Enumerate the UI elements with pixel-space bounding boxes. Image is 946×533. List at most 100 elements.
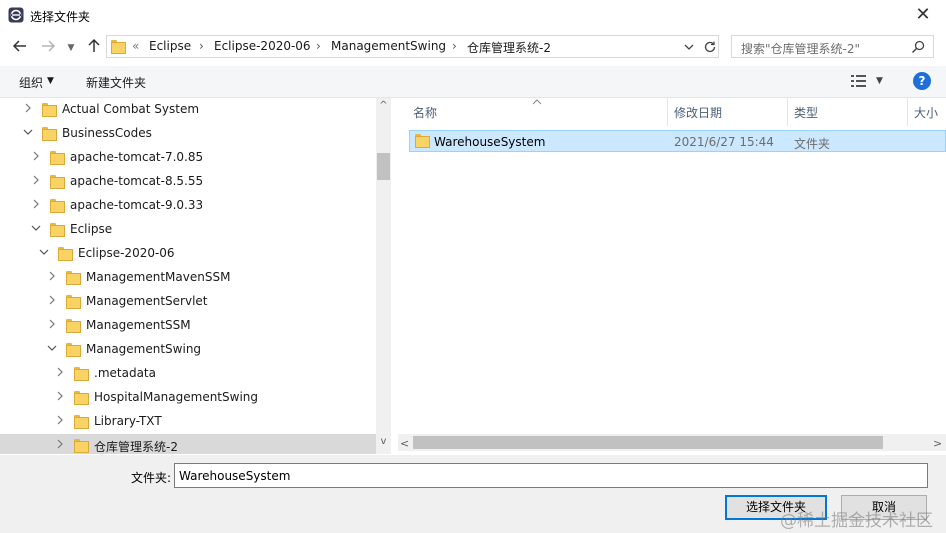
refresh-icon[interactable]	[703, 40, 717, 57]
up-arrow-icon[interactable]	[84, 38, 104, 58]
folder-icon	[66, 271, 81, 285]
folder-field-label: 文件夹:	[131, 471, 172, 485]
tree-scrollbar[interactable]	[376, 98, 391, 454]
tree-item-label: Eclipse	[70, 222, 113, 236]
address-dropdown-icon[interactable]	[683, 41, 695, 56]
tree-item[interactable]: Actual Combat System	[0, 98, 376, 122]
tree-item[interactable]: ManagementMavenSSM	[0, 266, 376, 290]
tree-item-label: Actual Combat System	[62, 102, 200, 116]
tree-item-label: apache-tomcat-7.0.85	[70, 150, 204, 164]
view-options-icon[interactable]	[851, 74, 867, 91]
chevron-right-icon[interactable]	[30, 174, 42, 188]
chevron-right-icon[interactable]	[54, 414, 66, 428]
folder-icon	[74, 391, 89, 405]
new-folder-button[interactable]: 新建文件夹	[86, 74, 146, 91]
column-type[interactable]: 类型	[794, 104, 818, 121]
view-dropdown-icon[interactable]: ▼	[876, 76, 883, 86]
file-name[interactable]: WarehouseSystem	[434, 135, 545, 149]
file-type: 文件夹	[794, 137, 831, 151]
chevron-right-icon[interactable]	[30, 198, 42, 212]
tree-item-label: apache-tomcat-9.0.33	[70, 198, 204, 212]
scroll-right-icon[interactable]: >	[933, 437, 942, 450]
scroll-down-icon[interactable]: v	[376, 436, 391, 447]
chevron-right-icon[interactable]	[54, 438, 66, 452]
search-placeholder: 搜索"仓库管理系统-2"	[741, 42, 861, 56]
chevron-right-icon[interactable]	[46, 270, 58, 284]
column-name[interactable]: 名称	[413, 104, 437, 121]
tree-item[interactable]: HospitalManagementSwing	[0, 386, 376, 410]
chevron-down-icon[interactable]	[38, 246, 50, 260]
chevron-right-icon[interactable]: ›	[199, 39, 204, 53]
tree-item[interactable]: apache-tomcat-9.0.33	[0, 194, 376, 218]
tree-item-label: .metadata	[94, 366, 156, 380]
chevron-right-icon[interactable]	[46, 318, 58, 332]
folder-icon	[74, 439, 89, 453]
chevron-right-icon[interactable]	[46, 294, 58, 308]
tree-item-label: Library-TXT	[94, 414, 162, 428]
close-icon[interactable]: ✕	[908, 2, 938, 28]
watermark: @稀土掘金技术社区	[780, 511, 933, 531]
chevron-right-icon[interactable]	[54, 390, 66, 404]
folder-name-input[interactable]	[174, 463, 928, 488]
breadcrumb-item[interactable]: Eclipse	[149, 39, 191, 53]
folder-icon	[66, 343, 81, 357]
chevron-down-icon[interactable]	[22, 126, 34, 140]
tree-item[interactable]: apache-tomcat-8.5.55	[0, 170, 376, 194]
folder-icon	[42, 103, 57, 117]
chevron-right-icon[interactable]	[54, 366, 66, 380]
tree-item[interactable]: ManagementServlet	[0, 290, 376, 314]
tree-item[interactable]: BusinessCodes	[0, 122, 376, 146]
organize-dropdown-icon[interactable]: ▼	[47, 76, 54, 86]
navigation-tree[interactable]: Actual Combat System BusinessCodes apache-…	[0, 98, 391, 454]
folder-icon	[50, 199, 65, 213]
help-icon[interactable]: ?	[913, 72, 931, 90]
breadcrumb-item[interactable]: 仓库管理系统-2	[467, 39, 551, 56]
sort-arrow-icon	[532, 94, 542, 108]
chevron-down-icon[interactable]	[30, 222, 42, 236]
breadcrumb-item[interactable]: Eclipse-2020-06	[214, 39, 311, 53]
column-size[interactable]: 大小	[914, 104, 938, 121]
tree-item[interactable]: Eclipse	[0, 218, 376, 242]
file-modified: 2021/6/27 15:44	[674, 135, 774, 149]
column-divider[interactable]	[907, 98, 908, 126]
chevron-right-icon[interactable]: ›	[452, 39, 457, 53]
folder-icon	[415, 134, 430, 148]
column-divider[interactable]	[667, 98, 668, 126]
breadcrumb-overflow[interactable]: «	[132, 39, 139, 53]
column-modified[interactable]: 修改日期	[674, 104, 722, 121]
tree-item[interactable]: ManagementSSM	[0, 314, 376, 338]
tree-item-label: ManagementMavenSSM	[86, 270, 231, 284]
tree-item[interactable]: .metadata	[0, 362, 376, 386]
search-icon[interactable]	[911, 40, 925, 57]
folder-icon	[74, 367, 89, 381]
chevron-right-icon[interactable]: ›	[316, 39, 321, 53]
chevron-right-icon[interactable]	[30, 150, 42, 164]
chevron-down-icon[interactable]	[46, 342, 58, 356]
folder-icon	[50, 175, 65, 189]
scroll-left-icon[interactable]: <	[400, 437, 409, 450]
tree-item-label: ManagementSSM	[86, 318, 191, 332]
organize-menu[interactable]: 组织	[19, 74, 43, 91]
tree-item[interactable]: apache-tomcat-7.0.85	[0, 146, 376, 170]
tree-item-label: Eclipse-2020-06	[78, 246, 175, 260]
list-scroll-thumb[interactable]	[413, 436, 883, 449]
forward-arrow-icon[interactable]	[38, 38, 58, 58]
recent-dropdown-icon[interactable]: ▼	[64, 38, 78, 58]
folder-icon	[111, 40, 126, 54]
tree-item-label: BusinessCodes	[62, 126, 152, 140]
column-divider[interactable]	[787, 98, 788, 126]
scroll-up-icon[interactable]: ^	[376, 100, 391, 111]
folder-icon	[66, 295, 81, 309]
app-icon	[8, 7, 24, 23]
tree-scroll-thumb[interactable]	[377, 153, 390, 180]
chevron-right-icon[interactable]	[22, 102, 34, 116]
back-arrow-icon[interactable]	[10, 38, 30, 58]
breadcrumb-item[interactable]: ManagementSwing	[331, 39, 446, 53]
tree-item[interactable]: 仓库管理系统-2	[0, 434, 376, 454]
tree-item[interactable]: ManagementSwing	[0, 338, 376, 362]
tree-item[interactable]: Library-TXT	[0, 410, 376, 434]
folder-icon	[58, 247, 73, 261]
tree-item-label: ManagementSwing	[86, 342, 202, 356]
title-bar	[0, 0, 946, 31]
tree-item[interactable]: Eclipse-2020-06	[0, 242, 376, 266]
